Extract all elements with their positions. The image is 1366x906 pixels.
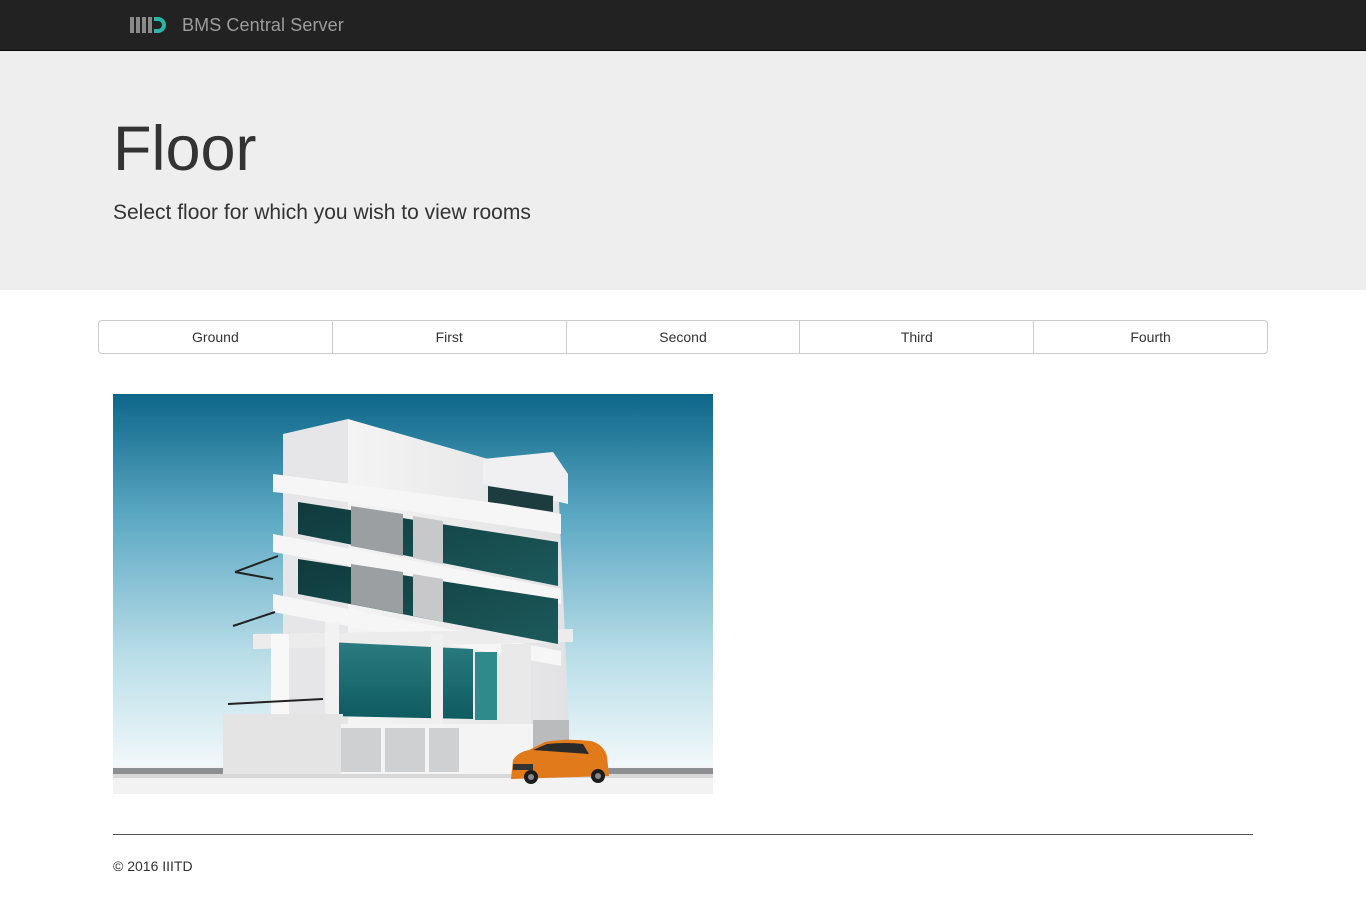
floor-button-first[interactable]: First: [331, 320, 567, 354]
building-image: [113, 394, 713, 794]
page-subtitle: Select floor for which you wish to view …: [113, 201, 531, 224]
floor-button-ground[interactable]: Ground: [98, 320, 333, 354]
iiitd-logo-icon: [130, 16, 166, 34]
floor-button-fourth[interactable]: Fourth: [1033, 320, 1268, 354]
page-title: Floor: [113, 114, 257, 184]
floor-selector: Ground First Second Third Fourth: [98, 320, 1268, 354]
footer-divider: [113, 834, 1253, 835]
top-navbar: BMS Central Server: [0, 0, 1366, 51]
brand-link[interactable]: BMS Central Server: [130, 0, 344, 50]
floor-button-third[interactable]: Third: [799, 320, 1035, 354]
floor-button-second[interactable]: Second: [565, 320, 801, 354]
brand-name: BMS Central Server: [182, 14, 344, 35]
footer-copyright: © 2016 IIITD: [113, 858, 193, 874]
